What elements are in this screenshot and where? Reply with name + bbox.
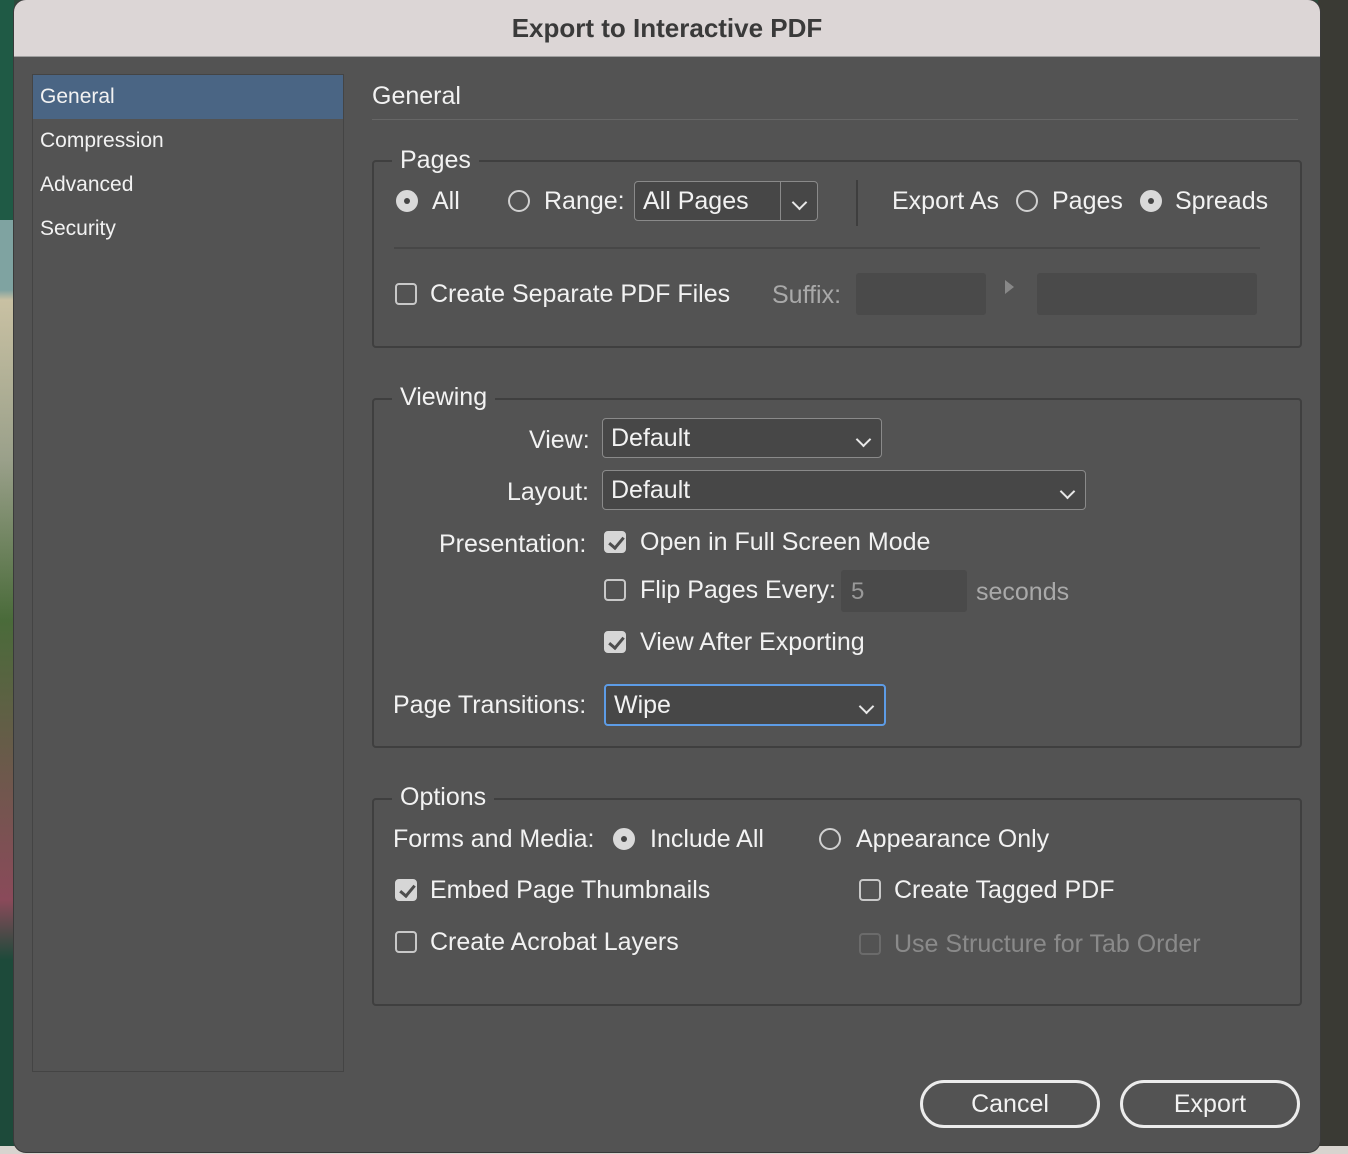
tab-order-checkbox[interactable] bbox=[859, 933, 881, 955]
flip-pages-label: Flip Pages Every: bbox=[640, 576, 836, 604]
chevron-down-icon bbox=[855, 431, 872, 448]
suffix-extra-field[interactable] bbox=[1037, 273, 1257, 315]
export-spreads-label: Spreads bbox=[1175, 187, 1269, 215]
range-combo[interactable]: All Pages bbox=[634, 181, 818, 221]
range-radio[interactable] bbox=[508, 190, 530, 212]
create-separate-label: Create Separate PDF Files bbox=[430, 280, 731, 308]
chevron-down-icon[interactable] bbox=[791, 194, 808, 211]
forms-media-label: Forms and Media: bbox=[393, 825, 595, 853]
flip-seconds-value: 5 bbox=[851, 578, 865, 605]
section-title: General bbox=[372, 82, 461, 110]
create-tagged-label: Create Tagged PDF bbox=[894, 876, 1115, 904]
options-legend: Options bbox=[392, 783, 495, 812]
sidebar-item-compression[interactable]: Compression bbox=[33, 119, 343, 163]
dialog-title: Export to Interactive PDF bbox=[511, 12, 823, 43]
include-all-label: Include All bbox=[650, 825, 764, 853]
layout-select[interactable]: Default bbox=[602, 470, 1086, 510]
sidebar-item-general[interactable]: General bbox=[33, 75, 343, 119]
title-bar[interactable]: Export to Interactive PDF bbox=[14, 0, 1320, 57]
export-pages-label: Pages bbox=[1052, 187, 1123, 215]
view-label: View: bbox=[529, 426, 590, 454]
chevron-down-icon bbox=[1059, 483, 1076, 500]
sidebar-nav: General Compression Advanced Security bbox=[32, 74, 344, 1072]
view-after-label: View After Exporting bbox=[640, 628, 865, 656]
export-pages-radio[interactable] bbox=[1016, 190, 1038, 212]
all-pages-radio[interactable] bbox=[396, 190, 418, 212]
suffix-label: Suffix: bbox=[772, 281, 842, 309]
combo-divider bbox=[780, 182, 781, 220]
transitions-select[interactable]: Wipe bbox=[604, 684, 886, 726]
range-value: All Pages bbox=[643, 187, 749, 215]
appearance-only-label: Appearance Only bbox=[856, 825, 1050, 853]
full-screen-checkbox[interactable] bbox=[604, 531, 626, 553]
vertical-divider bbox=[856, 180, 858, 226]
flip-pages-checkbox[interactable] bbox=[604, 579, 626, 601]
embed-thumbnails-label: Embed Page Thumbnails bbox=[430, 876, 711, 904]
view-select[interactable]: Default bbox=[602, 418, 882, 458]
seconds-label: seconds bbox=[976, 578, 1070, 606]
layout-label: Layout: bbox=[507, 478, 590, 506]
background-right-strip bbox=[1318, 0, 1348, 1154]
play-arrow-icon bbox=[1005, 280, 1014, 294]
appearance-only-radio[interactable] bbox=[819, 828, 841, 850]
pages-legend: Pages bbox=[392, 146, 479, 175]
section-divider bbox=[372, 119, 1298, 120]
acrobat-layers-label: Create Acrobat Layers bbox=[430, 928, 679, 956]
flip-seconds-field[interactable]: 5 bbox=[841, 570, 967, 612]
create-tagged-checkbox[interactable] bbox=[859, 879, 881, 901]
full-screen-label: Open in Full Screen Mode bbox=[640, 528, 931, 556]
tab-order-label: Use Structure for Tab Order bbox=[894, 930, 1201, 958]
background-left-strip bbox=[0, 0, 14, 1154]
viewing-legend: Viewing bbox=[392, 383, 496, 412]
export-button[interactable]: Export bbox=[1120, 1080, 1300, 1128]
acrobat-layers-checkbox[interactable] bbox=[395, 931, 417, 953]
cancel-button[interactable]: Cancel bbox=[920, 1080, 1100, 1128]
view-after-checkbox[interactable] bbox=[604, 631, 626, 653]
pages-divider bbox=[394, 247, 1260, 249]
transitions-label: Page Transitions: bbox=[393, 691, 587, 719]
embed-thumbnails-checkbox[interactable] bbox=[395, 879, 417, 901]
range-label: Range: bbox=[544, 187, 625, 215]
view-value: Default bbox=[611, 424, 691, 452]
export-spreads-radio[interactable] bbox=[1140, 190, 1162, 212]
include-all-radio[interactable] bbox=[613, 828, 635, 850]
pages-group bbox=[372, 160, 1302, 348]
suffix-field[interactable] bbox=[856, 273, 986, 315]
presentation-label: Presentation: bbox=[439, 530, 587, 558]
all-label: All bbox=[432, 187, 460, 215]
sidebar-item-security[interactable]: Security bbox=[33, 207, 343, 251]
export-as-label: Export As bbox=[892, 187, 999, 215]
create-separate-checkbox[interactable] bbox=[395, 283, 417, 305]
sidebar-item-advanced[interactable]: Advanced bbox=[33, 163, 343, 207]
chevron-down-icon bbox=[858, 698, 875, 715]
export-dialog: Export to Interactive PDF General Compre… bbox=[14, 0, 1320, 1152]
layout-value: Default bbox=[611, 476, 691, 504]
transitions-value: Wipe bbox=[614, 691, 671, 719]
